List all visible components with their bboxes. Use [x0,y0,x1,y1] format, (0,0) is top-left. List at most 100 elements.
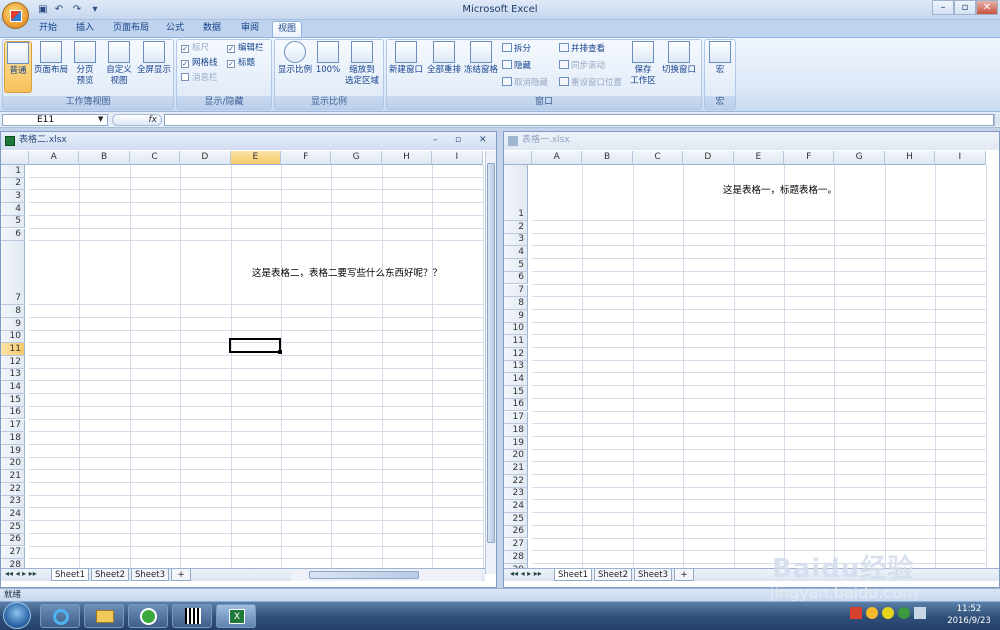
column-header-B[interactable]: B [79,151,130,165]
tray-icon-4[interactable] [898,607,910,619]
row-header-24[interactable]: 24 [504,500,528,514]
formula-input[interactable] [164,114,994,126]
insert-function-button[interactable]: fx [112,114,162,126]
full-screen-button[interactable]: 全屏显示 [136,41,172,93]
row-header-12[interactable]: 12 [1,356,25,369]
row-header-13[interactable]: 13 [1,368,25,382]
row-header-19[interactable]: 19 [1,444,25,458]
sheet-tab-sheet2[interactable]: Sheet2 [91,569,129,581]
row-header-1[interactable]: 1 [504,165,528,221]
qr-taskbar-icon[interactable] [172,604,212,628]
row-header-26[interactable]: 26 [504,525,528,539]
page-layout-view-button[interactable]: 页面布局 [34,41,68,93]
row-header-17[interactable]: 17 [1,419,25,433]
title-cell-text[interactable]: 这是表格一，标题表格一。 [723,182,837,196]
column-header-I[interactable]: I [432,151,483,165]
row-header-17[interactable]: 17 [504,411,528,425]
row-header-23[interactable]: 23 [1,495,25,509]
insert-sheet-icon[interactable]: + [171,569,191,581]
unhide-button[interactable]: 取消隐藏 [502,77,548,90]
row-header-12[interactable]: 12 [504,348,528,361]
row-header-22[interactable]: 22 [504,475,528,488]
sheet-nav-icons[interactable]: ◂◂ ◂ ▸ ▸▸ [5,569,37,578]
tab-home[interactable]: 开始 [33,21,63,37]
column-header-C[interactable]: C [129,151,181,165]
new-window-button[interactable]: 新建窗口 [388,41,424,93]
row-header-20[interactable]: 20 [504,449,528,463]
tab-formulas[interactable]: 公式 [160,21,190,37]
workbook-window-table1[interactable]: 表格一.xlsx ABCDEFGHI 1 2 3 4 5 6 7 8 9 10 11 12 13 14 15… [503,131,1000,588]
column-header-D[interactable]: D [683,151,734,165]
column-header-G[interactable]: G [834,151,885,165]
workbook-window-table2[interactable]: 表格二.xlsx – ▫ ✕ ABCDEFGHI 1 2 3 4 5 6 7 8 9 10 11 12… [0,131,497,588]
ruler-checkbox[interactable]: ✓ 标尺 [181,42,209,54]
row-header-22[interactable]: 22 [1,483,25,496]
column-header-A[interactable]: A [532,151,583,165]
vertical-scrollbar[interactable] [485,151,496,574]
column-header-H[interactable]: H [381,151,433,165]
row-header-4[interactable]: 4 [504,246,528,260]
column-header-H[interactable]: H [884,151,936,165]
cell-E7-text[interactable]: 这是表格二，表格二要写些什么东西好呢？？ [252,265,442,279]
normal-view-button[interactable]: 普通 [4,41,32,93]
macros-button[interactable]: 宏 [706,41,734,93]
row-header-1[interactable]: 1 [1,165,25,178]
sheet-tab-sheet3[interactable]: Sheet3 [634,569,672,581]
sheet-nav-icons[interactable]: ◂◂ ◂ ▸ ▸▸ [510,569,542,578]
tab-view[interactable]: 视图 [272,21,302,37]
row-header-10[interactable]: 10 [504,322,528,336]
row-header-16[interactable]: 16 [504,398,528,412]
row-header-16[interactable]: 16 [1,406,25,420]
freeze-panes-button[interactable]: 冻结窗格 [463,41,499,93]
row-header-18[interactable]: 18 [1,432,25,445]
row-header-24[interactable]: 24 [1,508,25,522]
row-header-3[interactable]: 3 [1,190,25,204]
tab-page-layout[interactable]: 页面布局 [108,21,154,37]
hide-button[interactable]: 隐藏 [502,60,531,73]
name-box-dropdown-icon[interactable]: ▼ [98,115,103,123]
sync-scroll-button[interactable]: 同步滚动 [559,60,605,73]
arrange-all-button[interactable]: 全部重排 [426,41,462,93]
page-break-preview-button[interactable]: 分页 预览 [72,41,98,93]
minimize-workbook-icon[interactable]: – [433,132,438,149]
tab-insert[interactable]: 插入 [70,21,100,37]
sheet-tab-sheet1[interactable]: Sheet1 [51,569,89,581]
column-header-E[interactable]: E [733,151,784,165]
sheet-tab-sheet1[interactable]: Sheet1 [554,569,592,581]
insert-sheet-icon[interactable]: + [674,569,694,581]
column-header-F[interactable]: F [784,151,835,165]
row-header-14[interactable]: 14 [1,381,25,395]
horizontal-scrollbar[interactable] [291,570,481,581]
row-header-10[interactable]: 10 [1,330,25,344]
system-clock[interactable]: 11:52 2016/9/23 [938,603,1000,629]
row-header-21[interactable]: 21 [1,470,25,483]
maximize-button[interactable]: ▫ [954,0,976,15]
row-header-2[interactable]: 2 [504,221,528,234]
column-header-D[interactable]: D [180,151,231,165]
active-cell-E11[interactable] [229,338,281,353]
formula-expand-icon[interactable] [994,114,1000,126]
message-bar-checkbox[interactable]: 消息栏 [181,72,218,84]
column-header-E[interactable]: E [230,151,281,165]
row-header-9[interactable]: 9 [504,309,528,323]
app-taskbar-icon[interactable] [128,604,168,628]
column-header-I[interactable]: I [935,151,986,165]
row-header-8[interactable]: 8 [1,305,25,318]
tray-icon-2[interactable] [866,607,878,619]
row-header-21[interactable]: 21 [504,462,528,475]
vertical-scroll-thumb[interactable] [487,163,495,543]
switch-windows-button[interactable]: 切换窗口 [660,41,698,93]
formula-bar-checkbox[interactable]: ✓ 编辑栏 [227,42,264,54]
row-header-4[interactable]: 4 [1,203,25,216]
tab-data[interactable]: 数据 [197,21,227,37]
zoom-100-button[interactable]: 100% [315,41,341,93]
row-header-2[interactable]: 2 [1,177,25,191]
row-header-20[interactable]: 20 [1,457,25,471]
row-header-25[interactable]: 25 [1,521,25,534]
row-header-28[interactable]: 28 [504,551,528,564]
row-header-19[interactable]: 19 [504,436,528,450]
row-header-3[interactable]: 3 [504,233,528,247]
row-header-14[interactable]: 14 [504,373,528,387]
view-side-by-side-button[interactable]: 并排查看 [559,43,605,56]
minimize-button[interactable]: – [932,0,954,15]
